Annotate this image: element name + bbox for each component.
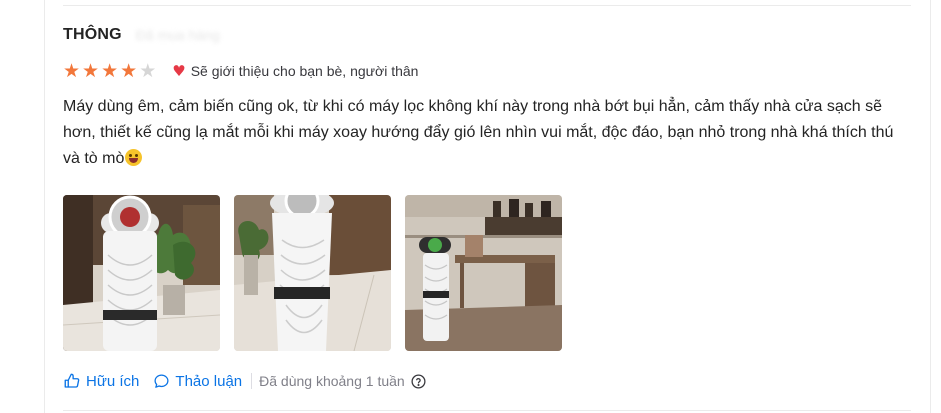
discuss-button[interactable]: Thảo luận <box>153 373 242 390</box>
comment-bubble-icon <box>153 373 170 390</box>
question-circle-icon[interactable] <box>410 373 427 390</box>
review-photo-3[interactable] <box>405 195 562 351</box>
star-empty-icon: ★ <box>139 60 157 82</box>
review-comment-text: Máy dùng êm, cảm biến cũng ok, từ khi có… <box>63 98 894 167</box>
actions-separator <box>251 373 253 389</box>
helpful-label: Hữu ích <box>86 372 140 390</box>
discuss-label: Thảo luận <box>175 372 243 390</box>
left-divider <box>44 0 45 413</box>
reviewer-meta-blurred: Đã mua hàng <box>135 27 220 43</box>
heart-icon: ♥ <box>172 62 186 80</box>
review-photo-2[interactable] <box>234 195 391 351</box>
star-rating: ★ ★ ★ ★ ★ <box>63 61 156 81</box>
star-filled-icon: ★ <box>82 60 100 82</box>
rating-row: ★ ★ ★ ★ ★ ♥ Sẽ giới thiệu cho bạn bè, người … <box>63 61 418 81</box>
helpful-button[interactable]: Hữu ích <box>63 372 139 390</box>
review-actions: Hữu ích Thảo luận Đã dùng khoảng 1 tuần <box>63 371 427 391</box>
grinning-face-emoji-icon <box>125 149 143 166</box>
star-filled-icon: ★ <box>120 60 138 82</box>
review-comment: Máy dùng êm, cảm biến cũng ok, từ khi có… <box>63 94 913 172</box>
reviewer-header: THÔNG Đã mua hàng <box>63 26 220 44</box>
review-photos <box>63 195 562 351</box>
bottom-divider <box>63 410 911 411</box>
used-duration: Đã dùng khoảng 1 tuần <box>259 373 405 389</box>
top-divider <box>63 5 911 6</box>
right-divider <box>930 0 931 413</box>
review-photo-1[interactable] <box>63 195 220 351</box>
star-filled-icon: ★ <box>63 60 81 82</box>
recommend-text: Sẽ giới thiệu cho bạn bè, người thân <box>190 63 419 79</box>
star-filled-icon: ★ <box>101 60 119 82</box>
thumbs-up-icon <box>63 372 81 390</box>
reviewer-name: THÔNG <box>63 26 122 43</box>
